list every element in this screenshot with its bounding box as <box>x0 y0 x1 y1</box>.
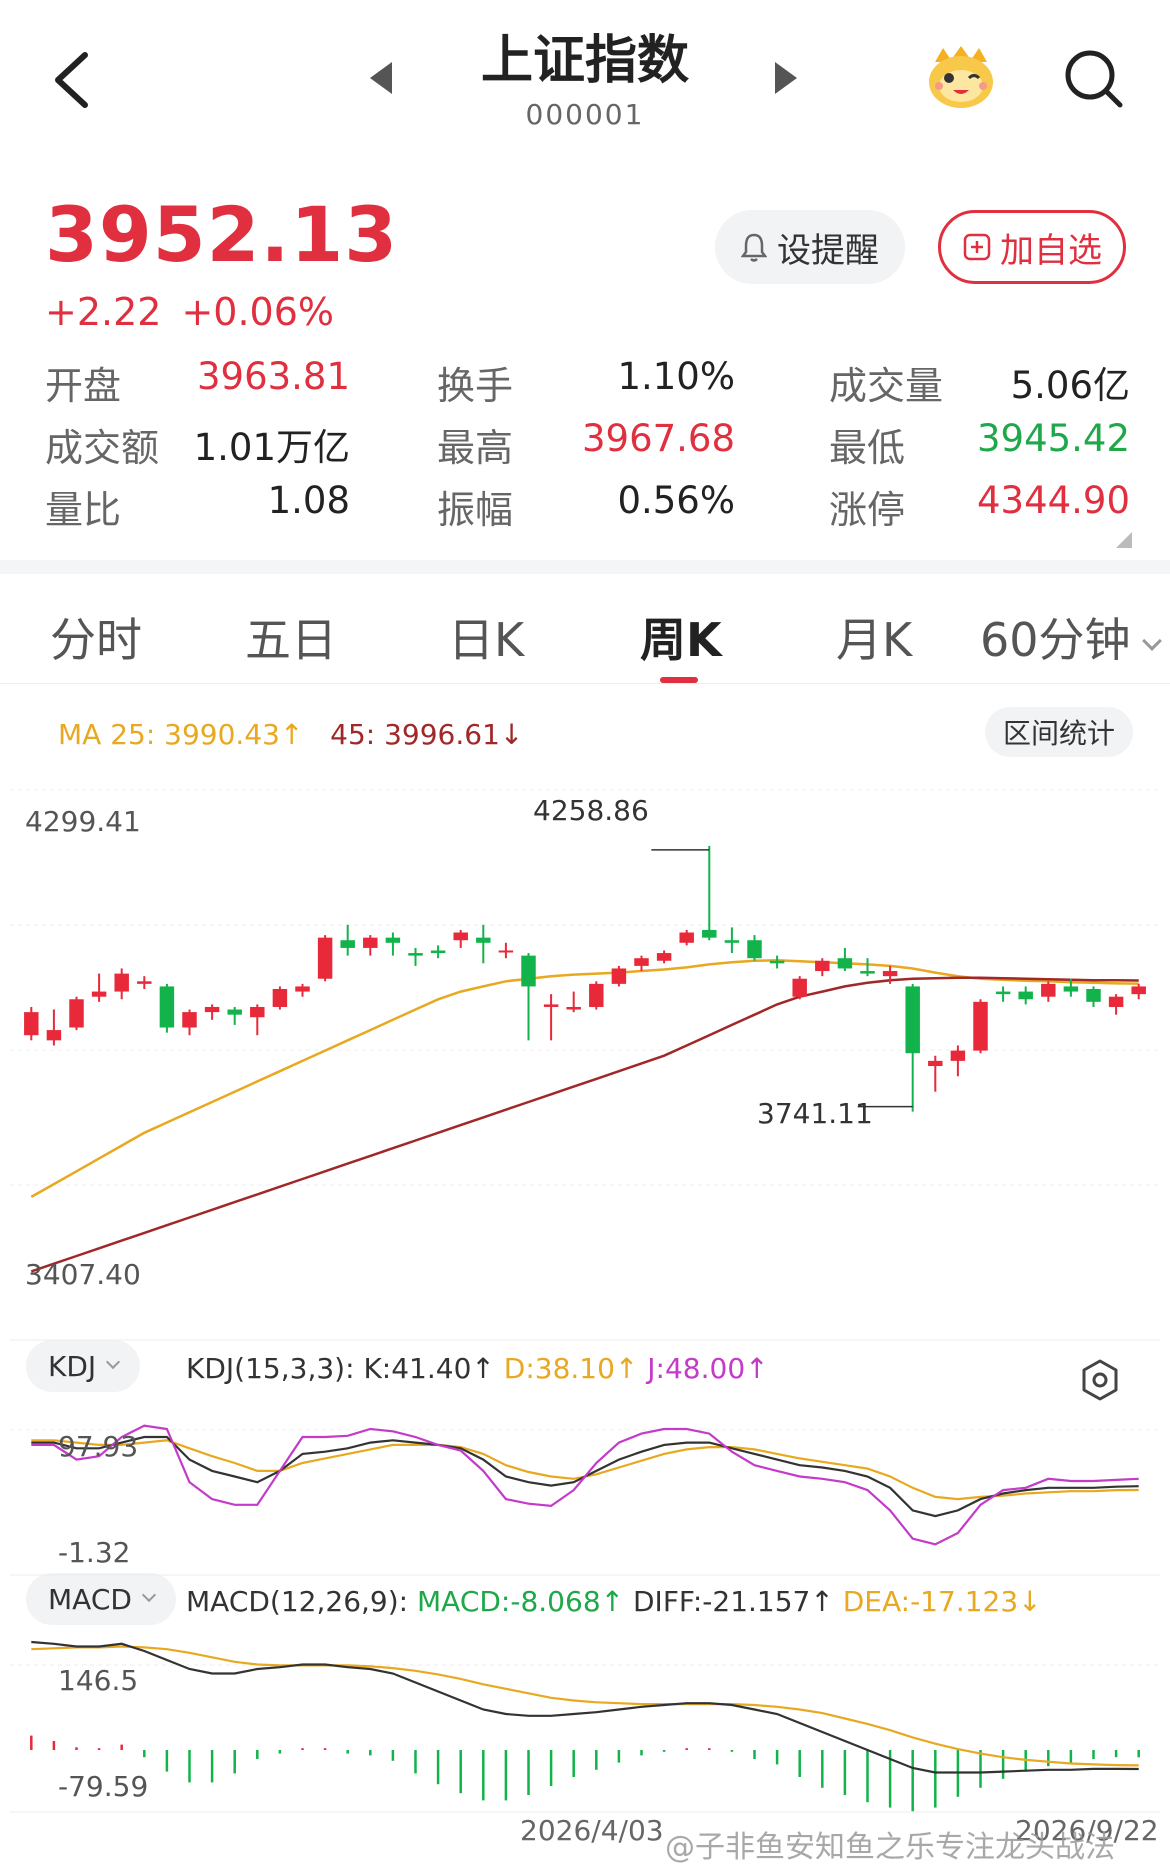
kdj-axis-bottom: -1.32 <box>58 1536 131 1569</box>
candle-body <box>634 958 649 966</box>
candle-body <box>566 1006 581 1010</box>
candle-body <box>24 1012 39 1036</box>
candle-body <box>272 989 288 1007</box>
macd-axis-top: 146.5 <box>58 1664 139 1697</box>
ma45-line <box>30 976 1139 1273</box>
candle-body <box>837 958 853 969</box>
candle-body <box>882 971 898 977</box>
candle-body <box>656 953 672 961</box>
candle-body <box>295 986 310 992</box>
candle-body <box>430 950 446 954</box>
candle-body <box>679 932 694 943</box>
candle-body <box>91 991 107 997</box>
candle-body <box>385 937 401 943</box>
candle-body <box>46 1030 62 1041</box>
candle-body <box>815 960 830 972</box>
candle-body <box>611 968 627 984</box>
candle-body <box>182 1012 197 1028</box>
candle-body <box>1108 996 1124 1007</box>
candle-body <box>973 1001 988 1051</box>
candle-body <box>476 937 491 943</box>
watermark: @子非鱼安知鱼之乐专注龙头战法 <box>665 1830 1115 1865</box>
candle-body <box>702 929 717 938</box>
candle-body <box>995 991 1011 995</box>
candle-body <box>114 973 129 992</box>
ma25-line <box>30 958 1139 1198</box>
low-annotation: 3741.11 <box>757 1097 873 1130</box>
candle-body <box>589 983 604 1007</box>
candle-body <box>905 986 920 1054</box>
candle-body <box>498 950 514 953</box>
candle-body <box>340 940 355 948</box>
candle-body <box>521 955 536 987</box>
candle-body <box>747 940 762 959</box>
candle-body <box>724 940 740 943</box>
kline-chart[interactable] <box>0 0 1170 1867</box>
candle-body <box>453 932 468 941</box>
price-axis-top: 4299.41 <box>25 805 141 838</box>
high-annotation: 4258.86 <box>533 794 649 827</box>
price-axis-bottom: 3407.40 <box>25 1258 141 1291</box>
candle-body <box>928 1060 943 1067</box>
candle-body <box>1063 986 1079 992</box>
candle-body <box>1018 991 1033 1000</box>
candle-body <box>1131 986 1146 995</box>
candle-body <box>69 999 84 1028</box>
candle-body <box>317 937 333 979</box>
candle-body <box>860 971 875 974</box>
candle-body <box>769 960 785 964</box>
candle-body <box>250 1006 265 1018</box>
candle-body <box>204 1006 220 1013</box>
candle-body <box>408 953 423 956</box>
date-label-start: 2026/4/03 <box>520 1814 664 1847</box>
candle-body <box>543 1004 559 1007</box>
candle-body <box>1041 983 1056 997</box>
candle-body <box>363 937 378 948</box>
kdj-j-line <box>31 1424 1139 1546</box>
kdj-d-line <box>31 1439 1139 1501</box>
candle-body <box>950 1050 966 1061</box>
candle-body <box>159 986 175 1028</box>
macd-axis-bottom: -79.59 <box>58 1770 149 1803</box>
candle-body <box>792 978 807 997</box>
candle-body <box>1086 989 1101 1002</box>
candle-body <box>137 981 152 984</box>
macd-dea-line <box>31 1645 1139 1767</box>
kdj-axis-top: 97.93 <box>58 1430 139 1463</box>
candle-body <box>227 1009 242 1015</box>
